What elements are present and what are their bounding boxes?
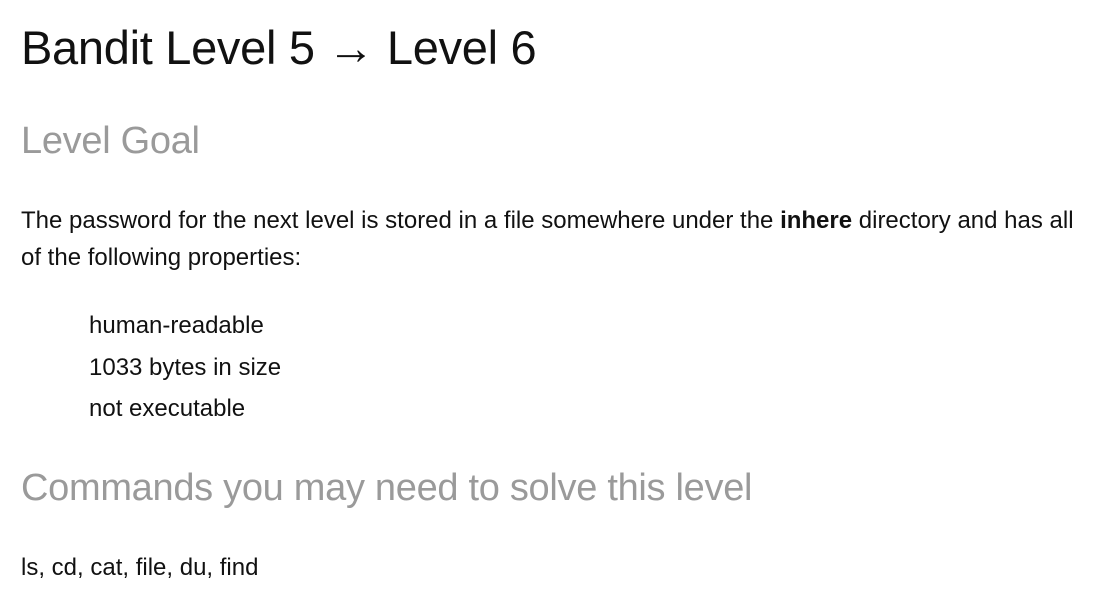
page-title: Bandit Level 5 → Level 6	[21, 21, 537, 74]
commands-list: ls, cd, cat, file, du, find	[21, 554, 259, 581]
goal-text-before: The password for the next level is store…	[21, 207, 781, 234]
commands-heading: Commands you may need to solve this leve…	[21, 467, 753, 509]
property-item: human-readable	[89, 312, 264, 339]
property-item: 1033 bytes in size	[89, 353, 282, 381]
property-item: not executable	[89, 395, 246, 422]
properties-list: human-readable 1033 bytes in size not ex…	[89, 305, 281, 430]
level-goal-description: The password for the next level is store…	[21, 202, 1081, 276]
level-goal-heading: Level Goal	[21, 120, 200, 162]
inhere-directory-name: inhere	[780, 207, 853, 234]
